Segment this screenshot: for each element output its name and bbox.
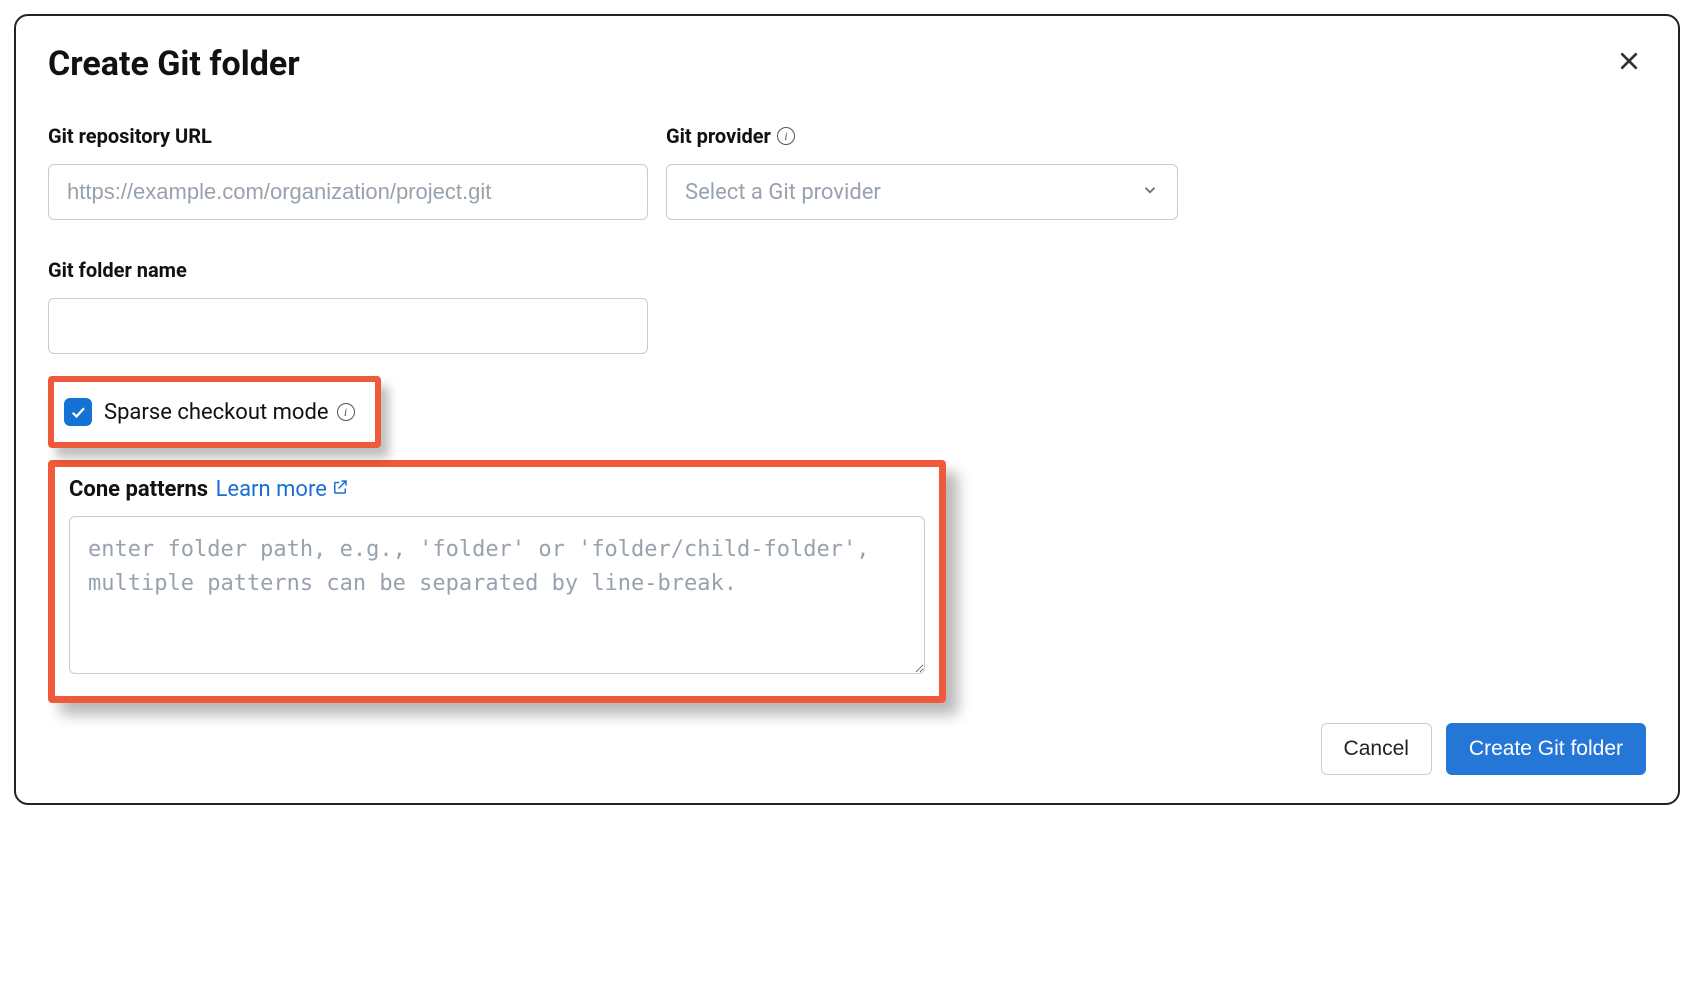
sparse-checkout-label: Sparse checkout mode i — [104, 400, 355, 425]
provider-group: Git provider i Select a Git provider — [666, 124, 1178, 220]
repo-url-label: Git repository URL — [48, 124, 648, 148]
form-row-1: Git repository URL Git provider i Select… — [48, 124, 1646, 220]
sparse-label-text: Sparse checkout mode — [104, 400, 329, 425]
provider-label-text: Git provider — [666, 124, 771, 148]
folder-name-label: Git folder name — [48, 258, 648, 282]
chevron-down-icon — [1141, 180, 1159, 205]
provider-select[interactable]: Select a Git provider — [666, 164, 1178, 220]
repo-url-input[interactable] — [48, 164, 648, 220]
folder-name-input[interactable] — [48, 298, 648, 354]
create-git-folder-dialog: Create Git folder Git repository URL Git… — [14, 14, 1680, 805]
close-icon — [1616, 62, 1642, 77]
info-icon[interactable]: i — [777, 127, 795, 145]
create-button[interactable]: Create Git folder — [1446, 723, 1646, 775]
dialog-footer: Cancel Create Git folder — [48, 723, 1646, 775]
dialog-title: Create Git folder — [48, 44, 300, 84]
sparse-checkout-row: Sparse checkout mode i — [48, 376, 381, 448]
provider-label: Git provider i — [666, 124, 1178, 148]
learn-more-link[interactable]: Learn more — [216, 477, 349, 502]
cone-patterns-textarea[interactable] — [69, 516, 925, 674]
cone-patterns-label: Cone patterns — [69, 477, 208, 502]
folder-name-group: Git folder name — [48, 258, 648, 354]
close-button[interactable] — [1612, 44, 1646, 81]
sparse-checkbox[interactable] — [64, 398, 92, 426]
dialog-header: Create Git folder — [48, 44, 1646, 84]
repo-url-group: Git repository URL — [48, 124, 648, 220]
provider-placeholder: Select a Git provider — [685, 180, 881, 205]
cone-patterns-section: Cone patterns Learn more — [48, 460, 946, 703]
cancel-button[interactable]: Cancel — [1321, 723, 1432, 775]
info-icon[interactable]: i — [337, 403, 355, 421]
external-link-icon — [331, 477, 349, 502]
learn-more-text: Learn more — [216, 477, 327, 502]
cone-patterns-label-row: Cone patterns Learn more — [69, 477, 925, 502]
